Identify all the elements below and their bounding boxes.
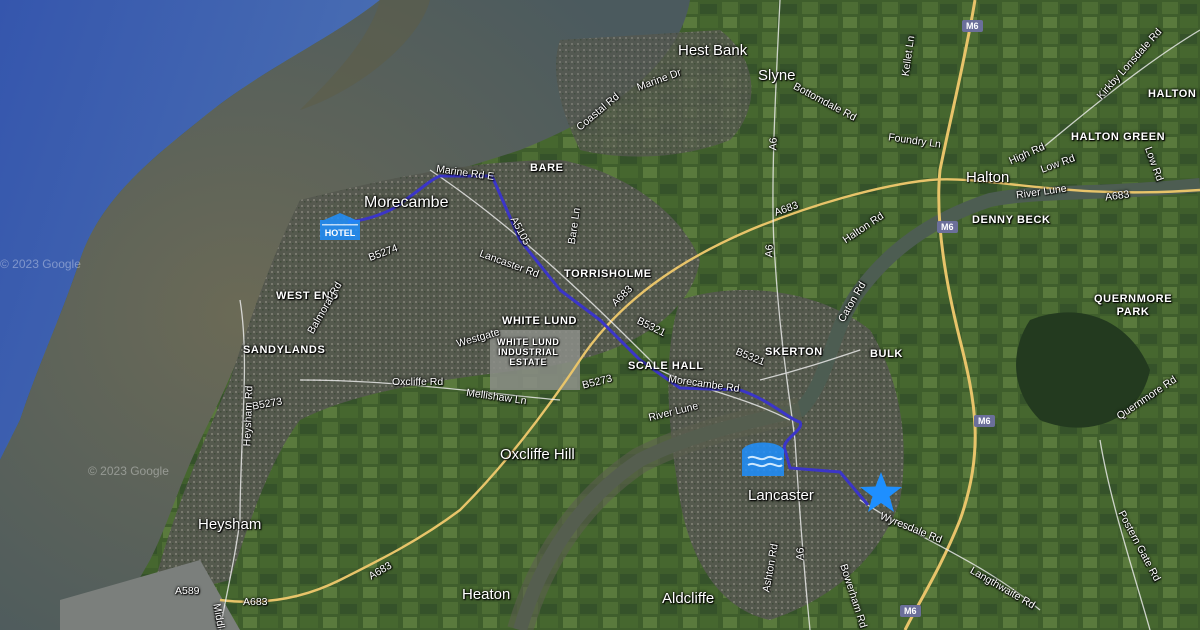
hotel-icon: HOTEL [320,213,360,240]
road-a589: A589 [175,585,200,597]
road-heysham-rd: Heysham Rd [241,385,256,447]
copyright-watermark: © 2023 Google [0,257,81,271]
map-base [0,0,1200,630]
m6-shield: M6 [900,605,921,617]
place-skerton: SKERTON [765,346,823,358]
destination-marker[interactable] [738,438,788,478]
place-halton-green: HALTON GREEN [1071,131,1166,143]
place-oxcliffe-hill: Oxcliffe Hill [500,446,575,463]
place-heysham: Heysham [198,516,262,533]
place-bulk: BULK [870,348,903,360]
road-oxcliffe-rd: Oxcliffe Rd [392,376,444,388]
place-scale-hall: SCALE HALL [628,360,704,372]
place-heaton: Heaton [462,586,511,603]
place-white-lund-estate: WHITE LUND INDUSTRIAL ESTATE [497,337,560,367]
place-torrisholme: TORRISHOLME [564,268,652,280]
place-halton: Halton [966,169,1010,186]
place-denny-beck: DENNY BECK [972,214,1051,226]
satellite-map[interactable]: Hest Bank Slyne Morecambe BARE Halton HA… [0,0,1200,630]
place-bare: BARE [530,162,564,174]
m6-shield: M6 [962,20,983,32]
place-sandylands: SANDYLANDS [243,344,326,356]
place-halton-park: HALTON PARK [1148,88,1200,100]
star-marker[interactable] [858,470,904,514]
hotel-label: HOTEL [325,228,356,238]
road-a6-3: A6 [794,547,807,561]
place-hest-bank: Hest Bank [678,42,748,59]
road-a683-5: A683 [243,596,268,608]
m6-shield: M6 [974,415,995,427]
place-slyne: Slyne [758,67,796,84]
place-white-lund: WHITE LUND [502,315,578,327]
place-morecambe: Morecambe [364,194,449,211]
hotel-marker[interactable]: HOTEL [316,212,364,241]
copyright-watermark: © 2023 Google [88,464,169,478]
place-quernmore-park: QUERNMORE PARK [1094,293,1173,318]
road-a6-1: A6 [767,137,780,151]
water-icon [742,442,784,476]
m6-shield: M6 [937,221,958,233]
road-a6-2: A6 [763,244,776,258]
place-aldcliffe: Aldcliffe [662,590,715,607]
place-lancaster: Lancaster [748,487,814,504]
star-icon [860,472,902,512]
